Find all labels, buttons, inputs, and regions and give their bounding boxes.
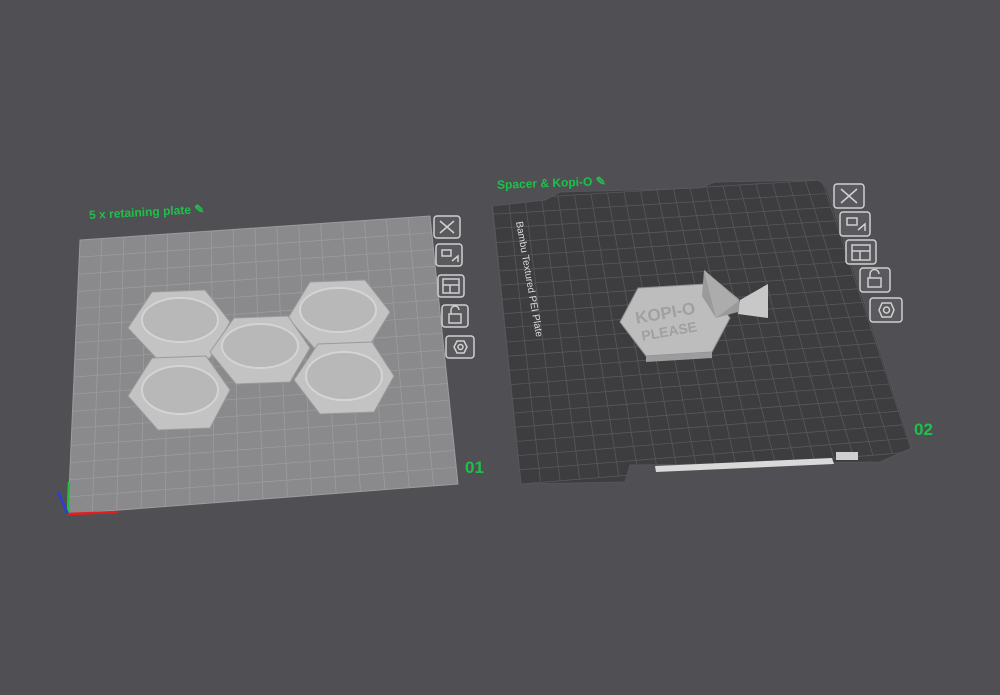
close-icon[interactable]: [433, 215, 461, 239]
auto-orient-icon[interactable]: [435, 243, 463, 267]
y-axis: [56, 491, 70, 515]
plate-1-number: 01: [465, 458, 484, 477]
edit-icon[interactable]: ✎: [595, 174, 606, 188]
close-icon[interactable]: [833, 183, 865, 209]
lock-icon[interactable]: [441, 304, 469, 328]
lock-icon[interactable]: [859, 267, 891, 293]
edit-icon[interactable]: ✎: [194, 202, 205, 217]
3d-viewport[interactable]: Bambu Textured PEI Plate KOPI-O PLEASE 5…: [0, 0, 1000, 690]
settings-icon[interactable]: [869, 297, 903, 323]
plate-2-number: 02: [914, 420, 933, 439]
auto-orient-icon[interactable]: [839, 211, 871, 237]
settings-icon[interactable]: [445, 335, 475, 359]
arrange-icon[interactable]: [845, 239, 877, 265]
arrange-icon[interactable]: [437, 274, 465, 298]
scene: Bambu Textured PEI Plate KOPI-O PLEASE: [56, 179, 913, 516]
z-axis: [66, 481, 71, 515]
